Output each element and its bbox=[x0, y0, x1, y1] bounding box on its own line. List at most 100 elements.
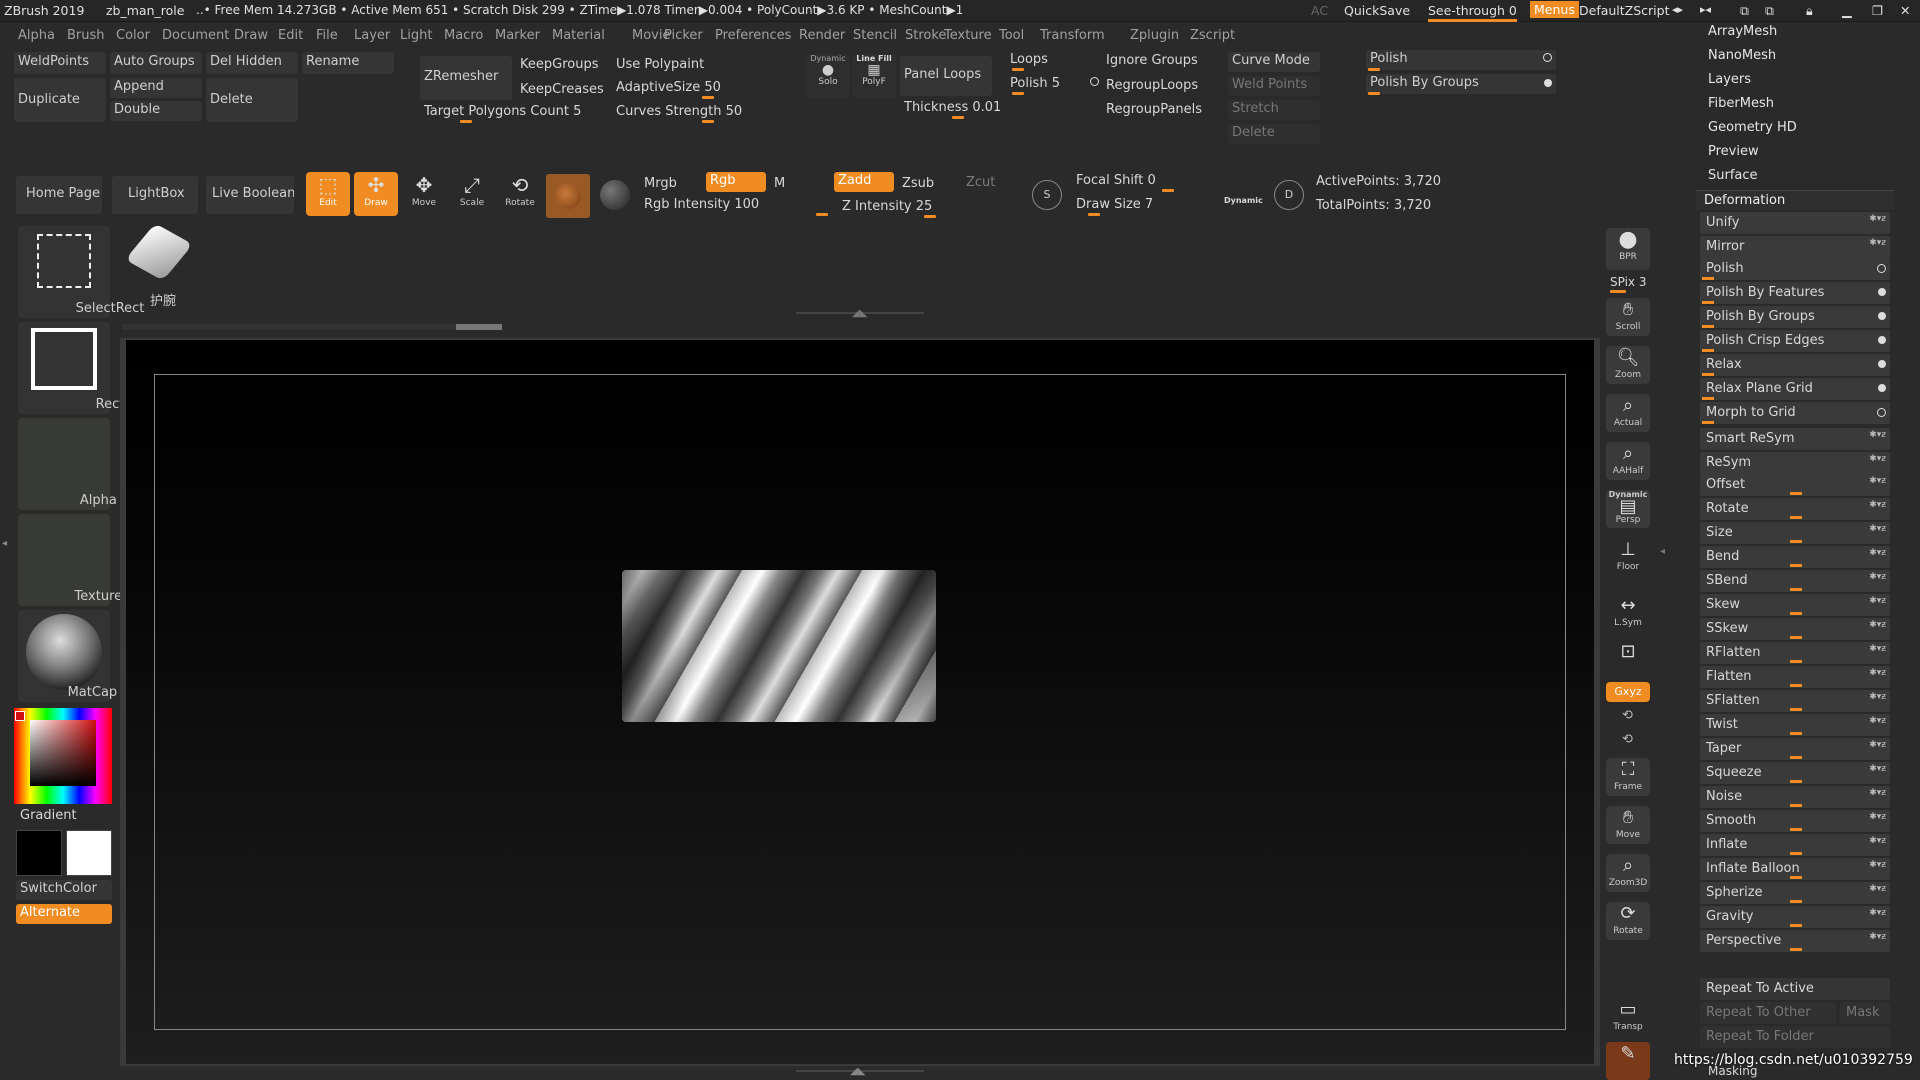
polish-slider[interactable]: Polish 5 bbox=[1010, 76, 1060, 91]
alternate-button[interactable]: Alternate bbox=[16, 904, 112, 924]
focal-shift-slider[interactable]: Focal Shift 0 bbox=[1076, 173, 1156, 188]
deform-polish-crisp-edges[interactable]: Polish Crisp Edges bbox=[1700, 330, 1890, 352]
stroke-rect-button[interactable]: Rect bbox=[18, 322, 124, 414]
deform-gravity[interactable]: Gravity ✱▾ƶ bbox=[1700, 906, 1890, 928]
top-handle-arrow-icon[interactable]: ◢◣ bbox=[852, 308, 867, 319]
tray-surface[interactable]: Surface bbox=[1708, 168, 1758, 183]
deform-slider-knob[interactable] bbox=[1702, 397, 1714, 400]
deform-polish[interactable]: Polish bbox=[1700, 258, 1890, 280]
deform-slider-knob[interactable] bbox=[1790, 924, 1802, 927]
dot-toggle-icon[interactable] bbox=[1878, 384, 1886, 392]
repeat-to-other-button[interactable]: Repeat To Other bbox=[1700, 1002, 1836, 1024]
frame-button[interactable]: ⛶ Frame bbox=[1606, 758, 1650, 796]
append-button[interactable]: Append bbox=[110, 78, 202, 98]
regroup-loops-toggle[interactable]: RegroupLoops bbox=[1106, 78, 1198, 93]
switch-color-button[interactable]: SwitchColor bbox=[16, 880, 112, 900]
deform-perspective[interactable]: Perspective ✱▾ƶ bbox=[1700, 930, 1890, 952]
menu-preferences[interactable]: Preferences bbox=[715, 28, 791, 43]
ghost-button[interactable]: ✎ bbox=[1606, 1042, 1650, 1080]
deform-inflate[interactable]: Inflate ✱▾ƶ bbox=[1700, 834, 1890, 856]
spix-slider[interactable]: SPix 3 bbox=[1610, 275, 1646, 289]
deform-smart-resym[interactable]: Smart ReSym ✱▾ƶ bbox=[1700, 428, 1890, 450]
menu-zplugin[interactable]: Zplugin bbox=[1130, 28, 1179, 43]
deform-slider-knob[interactable] bbox=[1790, 780, 1802, 783]
shelf-scroll-track[interactable] bbox=[122, 324, 502, 330]
deform-slider-knob[interactable] bbox=[1790, 636, 1802, 639]
menu-zscript[interactable]: Zscript bbox=[1190, 28, 1235, 43]
menus-toggle[interactable]: Menus bbox=[1530, 1, 1579, 18]
mrgb-toggle[interactable]: Mrgb bbox=[644, 176, 677, 191]
axis-toggle-icon[interactable]: ✱▾ƶ bbox=[1869, 788, 1886, 798]
duplicate-button[interactable]: Duplicate bbox=[14, 78, 106, 122]
draw-button[interactable]: ✣ Draw bbox=[354, 172, 398, 216]
gradient-toggle[interactable]: Gradient bbox=[20, 808, 77, 823]
adaptive-size-knob[interactable] bbox=[702, 96, 714, 99]
tray-layers[interactable]: Layers bbox=[1708, 72, 1751, 87]
keepgroups-toggle[interactable]: KeepGroups bbox=[520, 57, 598, 72]
focal-shift-knob[interactable] bbox=[1162, 189, 1174, 192]
repeat-to-active-button[interactable]: Repeat To Active bbox=[1700, 978, 1890, 1000]
rgb-intensity-slider[interactable]: Rgb Intensity 100 bbox=[644, 197, 759, 212]
axis-toggle-icon[interactable]: ✱▾ƶ bbox=[1869, 644, 1886, 654]
deform-slider-knob[interactable] bbox=[1790, 756, 1802, 759]
deform-slider-knob[interactable] bbox=[1790, 876, 1802, 879]
thickness-slider[interactable]: Thickness 0.01 bbox=[904, 100, 1001, 115]
zadd-toggle[interactable]: Zadd bbox=[834, 172, 894, 192]
deform-spherize[interactable]: Spherize ✱▾ƶ bbox=[1700, 882, 1890, 904]
z-intensity-knob[interactable] bbox=[924, 215, 936, 218]
menu-layer[interactable]: Layer bbox=[354, 28, 390, 43]
lightbox-button[interactable]: LightBox bbox=[112, 176, 198, 214]
bottom-handle-arrow-icon[interactable]: ◢◣ bbox=[850, 1066, 865, 1077]
deform-slider-knob[interactable] bbox=[1790, 708, 1802, 711]
edit-button[interactable]: ⬚ Edit bbox=[306, 172, 350, 216]
scroll-button[interactable]: ✋︎ Scroll bbox=[1606, 298, 1650, 336]
polish-circle-toggle[interactable] bbox=[1090, 77, 1099, 86]
deform-slider-knob[interactable] bbox=[1790, 732, 1802, 735]
draw-size-knob[interactable] bbox=[1088, 213, 1100, 216]
menu-macro[interactable]: Macro bbox=[444, 28, 483, 43]
rotate3d-button[interactable]: ⟳ Rotate bbox=[1606, 902, 1650, 940]
polish-knob[interactable] bbox=[1012, 92, 1024, 95]
dot-toggle-icon[interactable] bbox=[1878, 336, 1886, 344]
menu-brush[interactable]: Brush bbox=[67, 28, 105, 43]
solo-button[interactable]: Dynamic ● Solo bbox=[806, 54, 850, 98]
axis-toggle-icon[interactable]: ✱▾ƶ bbox=[1869, 548, 1886, 558]
deform-slider-knob[interactable] bbox=[1702, 349, 1714, 352]
live-boolean-button[interactable]: Live Boolean bbox=[206, 176, 294, 214]
deform-slider-knob[interactable] bbox=[1790, 804, 1802, 807]
axis-toggle-icon[interactable]: ✱▾ƶ bbox=[1869, 692, 1886, 702]
z-intensity-slider[interactable]: Z Intensity 25 bbox=[842, 199, 932, 214]
matcap-button[interactable]: MatCap Gray bbox=[18, 610, 152, 702]
menu-document[interactable]: Document bbox=[162, 28, 229, 43]
deform-unify[interactable]: Unify ✱▾ƶ bbox=[1700, 212, 1890, 234]
axis-toggle-icon[interactable]: ✱▾ƶ bbox=[1869, 454, 1886, 464]
axis-toggle-icon[interactable]: ✱▾ƶ bbox=[1869, 764, 1886, 774]
axis-toggle-icon[interactable]: ✱▾ƶ bbox=[1869, 908, 1886, 918]
axis-toggle-icon[interactable]: ✱▾ƶ bbox=[1869, 884, 1886, 894]
close-icon[interactable]: ✕ bbox=[1900, 3, 1910, 18]
double-button[interactable]: Double bbox=[110, 101, 202, 121]
menu-alpha[interactable]: Alpha bbox=[18, 28, 55, 43]
tray-geometry-hd[interactable]: Geometry HD bbox=[1708, 120, 1797, 135]
deform-skew[interactable]: Skew ✱▾ƶ bbox=[1700, 594, 1890, 616]
material-swatch[interactable] bbox=[546, 174, 590, 218]
axis-toggle-icon[interactable]: ✱▾ƶ bbox=[1869, 596, 1886, 606]
layout-arrows2-icon[interactable]: ▸◂ bbox=[1700, 3, 1711, 16]
deform-offset[interactable]: Offset ✱▾ƶ bbox=[1700, 474, 1890, 496]
zremesher-button[interactable]: ZRemesher bbox=[420, 56, 512, 100]
deform-smooth[interactable]: Smooth ✱▾ƶ bbox=[1700, 810, 1890, 832]
deform-polish-by-groups[interactable]: Polish By Groups bbox=[1700, 306, 1890, 328]
deform-slider-knob[interactable] bbox=[1790, 612, 1802, 615]
secondary-color-swatch[interactable] bbox=[16, 830, 62, 876]
deform-rflatten[interactable]: RFlatten ✱▾ƶ bbox=[1700, 642, 1890, 664]
axis-toggle-icon[interactable]: ✱▾ƶ bbox=[1869, 668, 1886, 678]
axis-toggle-icon[interactable]: ✱▾ƶ bbox=[1869, 238, 1886, 248]
loops-knob[interactable] bbox=[1012, 68, 1024, 71]
target-polygons-knob[interactable] bbox=[460, 120, 472, 123]
deform-slider-knob[interactable] bbox=[1702, 301, 1714, 304]
window-swap-icon[interactable]: ⧉ bbox=[1740, 3, 1749, 19]
axis-toggle-icon[interactable]: ✱▾ƶ bbox=[1869, 740, 1886, 750]
minimize-icon[interactable]: ▁ bbox=[1842, 3, 1852, 18]
deform-sflatten[interactable]: SFlatten ✱▾ƶ bbox=[1700, 690, 1890, 712]
axis-toggle-icon[interactable]: ✱▾ƶ bbox=[1869, 716, 1886, 726]
